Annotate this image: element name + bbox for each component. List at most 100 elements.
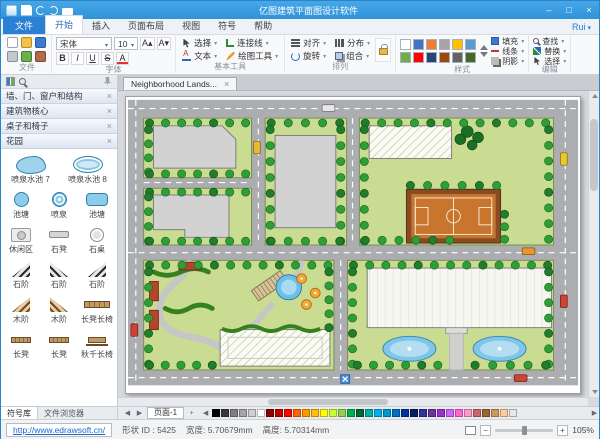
neighborhood-map[interactable] xyxy=(126,97,580,393)
color-swatch[interactable] xyxy=(221,409,229,417)
print-icon[interactable] xyxy=(62,8,73,15)
basketball-court[interactable] xyxy=(406,189,500,243)
color-swatch[interactable] xyxy=(491,409,499,417)
close-icon[interactable] xyxy=(107,122,112,131)
color-swatch[interactable] xyxy=(239,409,247,417)
zoom-out-button[interactable]: − xyxy=(480,425,491,436)
symbol-item[interactable]: 木阶 xyxy=(2,292,40,327)
color-swatch[interactable] xyxy=(302,409,310,417)
pond[interactable] xyxy=(383,336,436,361)
group-button[interactable]: 组合 xyxy=(333,50,372,62)
font-family-select[interactable]: 宋体 xyxy=(56,37,112,50)
select-tool-button[interactable]: 选择 xyxy=(180,37,219,49)
close-icon[interactable]: × xyxy=(224,80,229,89)
scrollbar-thumb[interactable] xyxy=(268,399,388,405)
color-swatch[interactable] xyxy=(482,409,490,417)
maximize-button[interactable]: □ xyxy=(559,1,579,19)
color-swatch[interactable] xyxy=(266,409,274,417)
redo-action-icon[interactable] xyxy=(35,51,46,62)
style-swatch[interactable] xyxy=(426,39,437,50)
search-icon[interactable] xyxy=(19,78,26,85)
color-swatch[interactable] xyxy=(509,409,517,417)
style-swatch[interactable] xyxy=(413,39,424,50)
tab-page-layout[interactable]: 页面布局 xyxy=(119,17,173,34)
gallery-down-icon[interactable] xyxy=(480,52,488,57)
rotate-button[interactable]: 旋转 xyxy=(289,50,328,62)
save-icon[interactable] xyxy=(21,5,32,16)
website-link[interactable]: http://www.edrawsoft.cn/ xyxy=(6,423,112,437)
color-swatch[interactable] xyxy=(428,409,436,417)
zoom-in-button[interactable]: + xyxy=(557,425,568,436)
page-tab[interactable]: 页面-1 xyxy=(147,407,184,419)
color-swatch[interactable] xyxy=(464,409,472,417)
symbol-item[interactable]: 长凳长椅 xyxy=(78,292,116,327)
style-swatch[interactable] xyxy=(465,39,476,50)
color-swatch[interactable] xyxy=(320,409,328,417)
close-icon[interactable] xyxy=(107,107,112,116)
color-swatch[interactable] xyxy=(473,409,481,417)
section-walls-doors-windows[interactable]: 墙、门、窗户和结构 xyxy=(1,89,117,104)
color-swatch[interactable] xyxy=(293,409,301,417)
color-swatch[interactable] xyxy=(311,409,319,417)
italic-button[interactable]: I xyxy=(71,52,84,65)
line-button[interactable]: 线条 xyxy=(491,47,524,56)
section-tables-chairs[interactable]: 桌子和椅子 xyxy=(1,119,117,134)
vertical-scrollbar[interactable] xyxy=(588,91,599,397)
symbol-item[interactable]: 喷泉水池 8 xyxy=(59,152,116,187)
fit-page-icon[interactable] xyxy=(465,426,476,435)
style-swatch[interactable] xyxy=(400,52,411,63)
section-building-core[interactable]: 建筑物核心 xyxy=(1,104,117,119)
color-swatch[interactable] xyxy=(374,409,382,417)
zoom-slider[interactable] xyxy=(495,429,553,432)
drawing-page[interactable] xyxy=(125,96,581,394)
find-button[interactable]: 查找 xyxy=(533,37,566,46)
account-menu[interactable]: Rui xyxy=(564,22,599,34)
color-swatch[interactable] xyxy=(500,409,508,417)
color-swatch[interactable] xyxy=(212,409,220,417)
symbol-item[interactable]: 长凳 xyxy=(2,327,40,362)
document-tab[interactable]: Neighborhood Lands... × xyxy=(123,77,237,90)
close-icon[interactable] xyxy=(107,92,112,101)
protect-button[interactable] xyxy=(375,38,391,62)
symbol-item[interactable]: 秋千长椅 xyxy=(78,327,116,362)
color-swatch[interactable] xyxy=(230,409,238,417)
tab-help[interactable]: 帮助 xyxy=(245,17,281,34)
symbol-item[interactable]: 石阶 xyxy=(40,257,78,292)
palette-left-icon[interactable]: ◀ xyxy=(201,407,210,419)
align-button[interactable]: 对齐 xyxy=(289,37,328,49)
redo-icon[interactable] xyxy=(49,6,58,15)
style-swatch[interactable] xyxy=(439,39,450,50)
open-folder-icon[interactable] xyxy=(21,37,32,48)
color-swatch[interactable] xyxy=(437,409,445,417)
font-size-select[interactable]: 10 xyxy=(114,37,138,50)
font-color-button[interactable]: A xyxy=(116,52,129,65)
color-swatch[interactable] xyxy=(347,409,355,417)
tab-home[interactable]: 开始 xyxy=(45,15,83,34)
color-swatch[interactable] xyxy=(284,409,292,417)
drawing-canvas[interactable] xyxy=(118,91,599,406)
style-swatch[interactable] xyxy=(452,52,463,63)
color-swatch[interactable] xyxy=(392,409,400,417)
text-tool-button[interactable]: 文本 xyxy=(180,50,219,62)
color-swatch[interactable] xyxy=(356,409,364,417)
symbol-item[interactable]: 喷泉水池 7 xyxy=(2,152,59,187)
symbol-item[interactable]: 木阶 xyxy=(40,292,78,327)
style-swatch[interactable] xyxy=(400,39,411,50)
tab-file-browser[interactable]: 文件浏览器 xyxy=(38,407,90,419)
bold-button[interactable]: B xyxy=(56,52,69,65)
color-swatch[interactable] xyxy=(446,409,454,417)
new-document-icon[interactable] xyxy=(7,37,18,48)
tab-insert[interactable]: 插入 xyxy=(83,17,119,34)
style-swatch[interactable] xyxy=(439,52,450,63)
connector-tool-button[interactable]: 连接线 xyxy=(224,37,280,49)
save-file-icon[interactable] xyxy=(35,37,46,48)
scroll-down-icon[interactable] xyxy=(592,390,598,394)
distribute-button[interactable]: 分布 xyxy=(333,37,372,49)
tab-file[interactable]: 文件 xyxy=(3,17,45,34)
tab-symbols[interactable]: 符号 xyxy=(209,17,245,34)
replace-button[interactable]: 替换 xyxy=(533,47,566,56)
minimize-button[interactable]: – xyxy=(539,1,559,19)
color-swatch[interactable] xyxy=(365,409,373,417)
tab-view[interactable]: 视图 xyxy=(173,17,209,34)
gallery-up-icon[interactable] xyxy=(480,45,488,50)
